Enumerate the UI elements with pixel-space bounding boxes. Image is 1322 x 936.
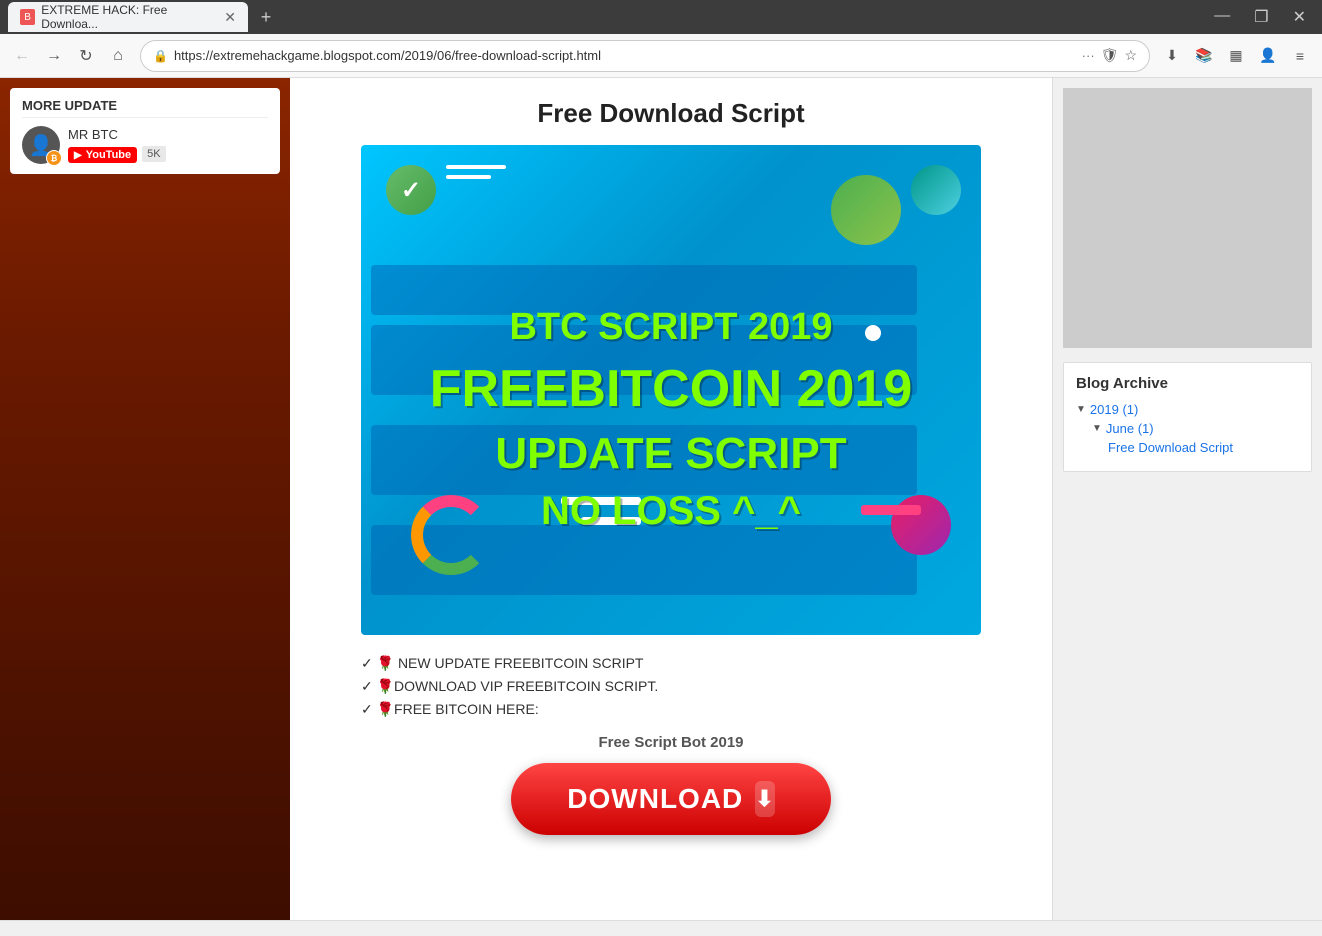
blog-archive-title: Blog Archive [1076, 375, 1299, 392]
youtube-icon: ▶ [74, 150, 82, 161]
check-mark: ✓ [386, 165, 436, 215]
deco-ring [411, 495, 491, 575]
account-button[interactable]: 👤 [1254, 42, 1282, 70]
deco-line-1 [446, 165, 506, 169]
btc-badge: ₿ [46, 150, 62, 166]
download-label: DOWNLOAD [567, 783, 743, 815]
archive-month-item: ▼ June (1) [1076, 421, 1299, 436]
banner-line-3: UPDATE SCRIPT [495, 429, 846, 479]
download-btn-wrap: DOWNLOAD ⬇ [361, 763, 981, 835]
bottom-scrollbar[interactable] [0, 920, 1322, 936]
deco-dot-1 [865, 325, 881, 341]
maximize-btn[interactable]: ❐ [1246, 3, 1276, 31]
downloads-button[interactable]: ⬇ [1158, 42, 1186, 70]
deco-teal-circle [911, 165, 961, 215]
deco-minus [861, 505, 921, 515]
archive-year-item: ▼ 2019 (1) [1076, 402, 1299, 417]
download-arrow-icon: ⬇ [755, 781, 774, 817]
left-sidebar: MORE UPDATE 👤 ₿ MR BTC ▶ YouTube [0, 78, 290, 920]
menu-button[interactable]: ≡ [1286, 42, 1314, 70]
deco-green-circle [831, 175, 901, 245]
browser-content: MORE UPDATE 👤 ₿ MR BTC ▶ YouTube [0, 78, 1322, 920]
avatar-wrap: 👤 ₿ [22, 126, 60, 164]
author-row: 👤 ₿ MR BTC ▶ YouTube 5K [22, 126, 268, 164]
archive-post-link[interactable]: Free Download Script [1108, 440, 1233, 455]
youtube-badge[interactable]: ▶ YouTube [68, 147, 137, 163]
youtube-label: YouTube [86, 149, 131, 161]
right-sidebar: Blog Archive ▼ 2019 (1) ▼ June (1) Free … [1052, 78, 1322, 920]
banner-line-1: BTC SCRIPT 2019 [509, 306, 832, 349]
post-body: ✓ 🌹 NEW UPDATE FREEBITCOIN SCRIPT ✓ 🌹DOW… [361, 655, 981, 835]
page-content: Free Download Script ✓ [290, 78, 1052, 920]
layout-button[interactable]: ▦ [1222, 42, 1250, 70]
ad-placeholder [1063, 88, 1312, 348]
minimize-btn[interactable]: — [1206, 3, 1238, 31]
title-bar: B EXTREME HACK: Free Downloa... ✕ + — ❐ … [0, 0, 1322, 34]
home-button[interactable]: ⌂ [104, 42, 132, 70]
forward-button[interactable]: → [40, 42, 68, 70]
post-line-1: ✓ 🌹 NEW UPDATE FREEBITCOIN SCRIPT [361, 655, 981, 672]
tab-close-btn[interactable]: ✕ [224, 9, 236, 26]
widget-title: MORE UPDATE [22, 98, 268, 118]
address-input[interactable] [174, 48, 1076, 63]
shield-icon[interactable]: 🛡 [1101, 47, 1119, 64]
banner-line-2: FREEBITCOIN 2019 [430, 359, 913, 419]
archive-month-link[interactable]: June (1) [1106, 421, 1154, 436]
back-button[interactable]: ← [8, 42, 36, 70]
address-bar-container: 🔒 ··· 🛡 ☆ [140, 40, 1150, 72]
tab-favicon: B [20, 9, 35, 25]
post-line-2: ✓ 🌹DOWNLOAD VIP FREEBITCOIN SCRIPT. [361, 678, 981, 695]
refresh-button[interactable]: ↻ [72, 42, 100, 70]
window-controls: — ❐ ✕ [1206, 3, 1314, 31]
toolbar-right-icons: ⬇ 📚 ▦ 👤 ≡ [1158, 42, 1314, 70]
bookmark-icon[interactable]: ☆ [1124, 47, 1137, 64]
subscriber-count: 5K [142, 146, 165, 162]
library-button[interactable]: 📚 [1190, 42, 1218, 70]
new-tab-button[interactable]: + [252, 3, 280, 31]
banner-line-4: NO LOSS ^_^ [541, 489, 801, 534]
banner-image: ✓ BTC SCRIPT 2019 FREEBITCOIN 2019 UPDAT… [361, 145, 981, 635]
more-update-widget: MORE UPDATE 👤 ₿ MR BTC ▶ YouTube [10, 88, 280, 174]
author-name: MR BTC [68, 127, 166, 142]
deco-line-2 [446, 175, 491, 179]
archive-post-item: Free Download Script [1076, 440, 1299, 455]
browser-tab[interactable]: B EXTREME HACK: Free Downloa... ✕ [8, 2, 248, 32]
browser-frame: B EXTREME HACK: Free Downloa... ✕ + — ❐ … [0, 0, 1322, 936]
tab-title: EXTREME HACK: Free Downloa... [41, 3, 218, 31]
triangle-down-icon: ▼ [1076, 404, 1086, 415]
download-button[interactable]: DOWNLOAD ⬇ [511, 763, 831, 835]
close-btn[interactable]: ✕ [1285, 3, 1314, 31]
browser-toolbar: ← → ↻ ⌂ 🔒 ··· 🛡 ☆ ⬇ 📚 ▦ 👤 ≡ [0, 34, 1322, 78]
post-title: Free Download Script [320, 98, 1022, 129]
triangle-down-icon-2: ▼ [1092, 423, 1102, 434]
archive-year-link[interactable]: 2019 (1) [1090, 402, 1138, 417]
post-line-3: ✓ 🌹FREE BITCOIN HERE: [361, 701, 981, 718]
more-options-icon[interactable]: ··· [1082, 48, 1095, 63]
author-info: MR BTC ▶ YouTube 5K [68, 127, 166, 163]
blog-archive-widget: Blog Archive ▼ 2019 (1) ▼ June (1) Free … [1063, 362, 1312, 472]
free-script-label: Free Script Bot 2019 [361, 734, 981, 751]
deco-pink-circle [891, 495, 951, 555]
lock-icon: 🔒 [153, 49, 168, 63]
